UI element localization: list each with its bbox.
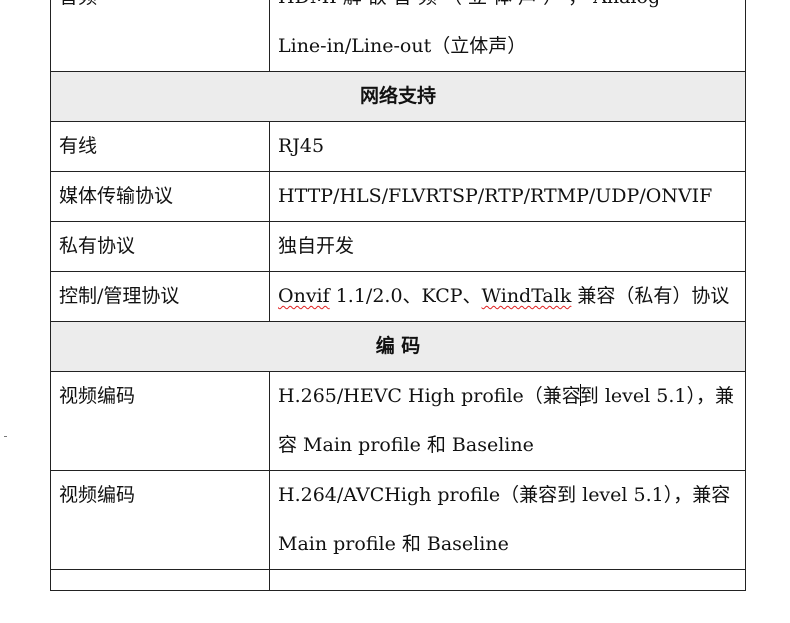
row-value[interactable]: 独自开发 — [269, 221, 746, 272]
row-value-text: H.265/HEVC High profile（兼容 — [278, 385, 581, 407]
section-header: 编 码 — [50, 321, 746, 372]
row-value[interactable]: H.265/HEVC High profile（兼容到 level 5.1），兼… — [269, 371, 746, 471]
row-label[interactable]: 视频编码 — [50, 470, 270, 570]
row-value[interactable]: HTTP/HLS/FLVRTSP/RTP/RTMP/UDP/ONVIF — [269, 171, 746, 222]
table-row: 控制/管理协议 Onvif 1.1/2.0、KCP、WindTalk 兼容（私有… — [50, 271, 746, 322]
document-page: 音频 HDMI 解 嵌 音 频 （ 立 体 声 ） ， Analog Line-… — [0, 0, 790, 623]
row-value[interactable]: Onvif 1.1/2.0、KCP、WindTalk 兼容（私有）协议 — [269, 271, 746, 322]
table-row: 有线 RJ45 — [50, 121, 746, 172]
table-row: 音频 HDMI 解 嵌 音 频 （ 立 体 声 ） ， Analog Line-… — [50, 0, 746, 72]
row-value[interactable]: H.264/AVCHigh profile（兼容到 level 5.1），兼容 … — [269, 470, 746, 570]
row-value[interactable]: RJ45 — [269, 121, 746, 172]
row-value-line: Line-in/Line-out（立体声） — [278, 35, 527, 57]
row-label[interactable]: 私有协议 — [50, 221, 270, 272]
table-row: 视频编码 H.265/HEVC High profile（兼容到 level 5… — [50, 371, 746, 471]
table-row: 视频编码 H.264/AVCHigh profile（兼容到 level 5.1… — [50, 470, 746, 570]
row-label[interactable]: 音频 — [50, 0, 270, 72]
row-value[interactable]: HDMI 解 嵌 音 频 （ 立 体 声 ） ， Analog Line-in/… — [269, 0, 746, 72]
spellcheck-word: Onvif — [278, 285, 330, 307]
row-label[interactable]: 控制/管理协议 — [50, 271, 270, 322]
row-value-line: HDMI 解 嵌 音 频 （ 立 体 声 ） ， Analog — [278, 0, 660, 8]
row-label[interactable] — [50, 569, 270, 591]
table-row: 媒体传输协议 HTTP/HLS/FLVRTSP/RTP/RTMP/UDP/ONV… — [50, 171, 746, 222]
margin-mark — [4, 436, 7, 437]
row-label[interactable]: 媒体传输协议 — [50, 171, 270, 222]
row-value-text: 兼容（私有）协议 — [571, 285, 730, 307]
row-value-text: 1.1/2.0、KCP、 — [329, 285, 482, 307]
table-row: 私有协议 独自开发 — [50, 221, 746, 272]
spellcheck-word: WindTalk — [481, 285, 572, 307]
spec-table: 音频 HDMI 解 嵌 音 频 （ 立 体 声 ） ， Analog Line-… — [50, 0, 746, 591]
section-title[interactable]: 编 码 — [50, 321, 746, 372]
section-header: 网络支持 — [50, 71, 746, 122]
table-row — [50, 569, 746, 591]
row-label[interactable]: 视频编码 — [50, 371, 270, 471]
row-label[interactable]: 有线 — [50, 121, 270, 172]
section-title[interactable]: 网络支持 — [50, 71, 746, 122]
row-value[interactable] — [269, 569, 746, 591]
